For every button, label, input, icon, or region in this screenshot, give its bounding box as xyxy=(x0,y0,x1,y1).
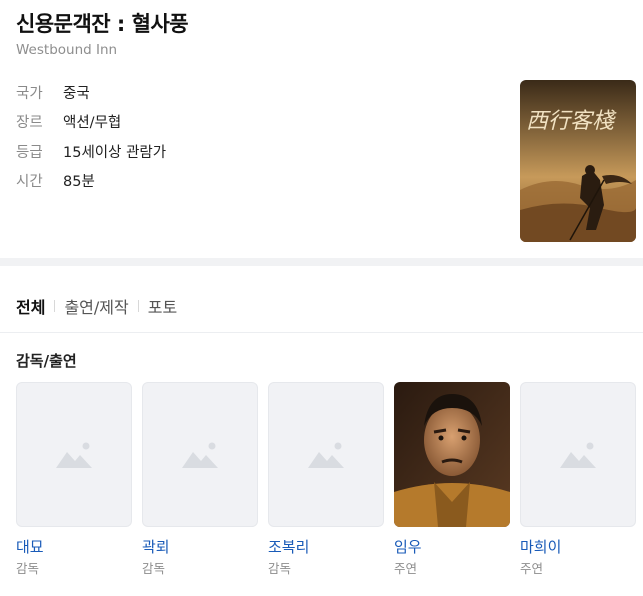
info-row-country: 국가 중국 xyxy=(16,82,90,103)
person-card[interactable]: 곽뢰 감독 xyxy=(142,382,258,576)
movie-original-title: Westbound Inn xyxy=(16,42,118,58)
section-title: 감독/출연 xyxy=(16,352,77,370)
tab-photo[interactable]: 포토 xyxy=(148,294,177,318)
info-value: 액션/무협 xyxy=(63,115,122,131)
photo-placeholder[interactable] xyxy=(520,382,636,527)
info-value: 85분 xyxy=(63,174,95,190)
photo-placeholder[interactable] xyxy=(16,382,132,527)
person-name[interactable]: 조복리 xyxy=(268,538,384,556)
person-role: 감독 xyxy=(268,561,292,576)
tab-bar: 전체 출연/제작 포토 xyxy=(16,294,177,318)
movie-title: 신용문객잔 : 혈사풍 xyxy=(16,12,189,36)
person-name[interactable]: 임우 xyxy=(394,538,510,556)
person-card[interactable]: 임우 주연 xyxy=(394,382,510,576)
tab-divider xyxy=(54,300,56,312)
photo-placeholder[interactable] xyxy=(268,382,384,527)
person-card[interactable]: 조복리 감독 xyxy=(268,382,384,576)
poster-title-text: 西行客棧 xyxy=(526,109,617,134)
tab-divider xyxy=(137,300,139,312)
person-card[interactable]: 대묘 감독 xyxy=(16,382,132,576)
image-placeholder-icon xyxy=(56,442,92,468)
person-role: 주연 xyxy=(520,561,544,576)
image-placeholder-icon xyxy=(560,442,596,468)
person-name[interactable]: 대묘 xyxy=(16,538,132,556)
movie-info-card: 신용문객잔 : 혈사풍 Westbound Inn 국가 중국 장르 액션/무협… xyxy=(0,0,643,258)
movie-poster[interactable]: 西行客棧 xyxy=(520,80,636,242)
info-value: 15세이상 관람가 xyxy=(63,145,167,161)
person-name[interactable]: 곽뢰 xyxy=(142,538,258,556)
person-role: 감독 xyxy=(142,561,166,576)
cast-card: 전체 출연/제작 포토 감독/출연 대묘 감독 곽뢰 감독 조복리 감독 임우 … xyxy=(0,266,643,596)
info-label: 등급 xyxy=(16,145,43,161)
tab-all[interactable]: 전체 xyxy=(16,294,45,318)
person-card[interactable]: 마희이 주연 xyxy=(520,382,636,576)
info-row-genre: 장르 액션/무협 xyxy=(16,111,121,132)
person-role: 감독 xyxy=(16,561,40,576)
info-row-runtime: 시간 85분 xyxy=(16,170,95,191)
info-row-rating: 등급 15세이상 관람가 xyxy=(16,141,166,162)
image-placeholder-icon xyxy=(308,442,344,468)
divider xyxy=(0,332,643,333)
info-label: 시간 xyxy=(16,174,43,190)
tab-cast-crew[interactable]: 출연/제작 xyxy=(64,294,128,318)
person-name[interactable]: 마희이 xyxy=(520,538,636,556)
image-placeholder-icon xyxy=(182,442,218,468)
info-value: 중국 xyxy=(63,86,90,102)
info-label: 국가 xyxy=(16,86,43,102)
person-photo[interactable] xyxy=(394,382,510,527)
info-label: 장르 xyxy=(16,115,43,131)
photo-placeholder[interactable] xyxy=(142,382,258,527)
person-role: 주연 xyxy=(394,561,418,576)
